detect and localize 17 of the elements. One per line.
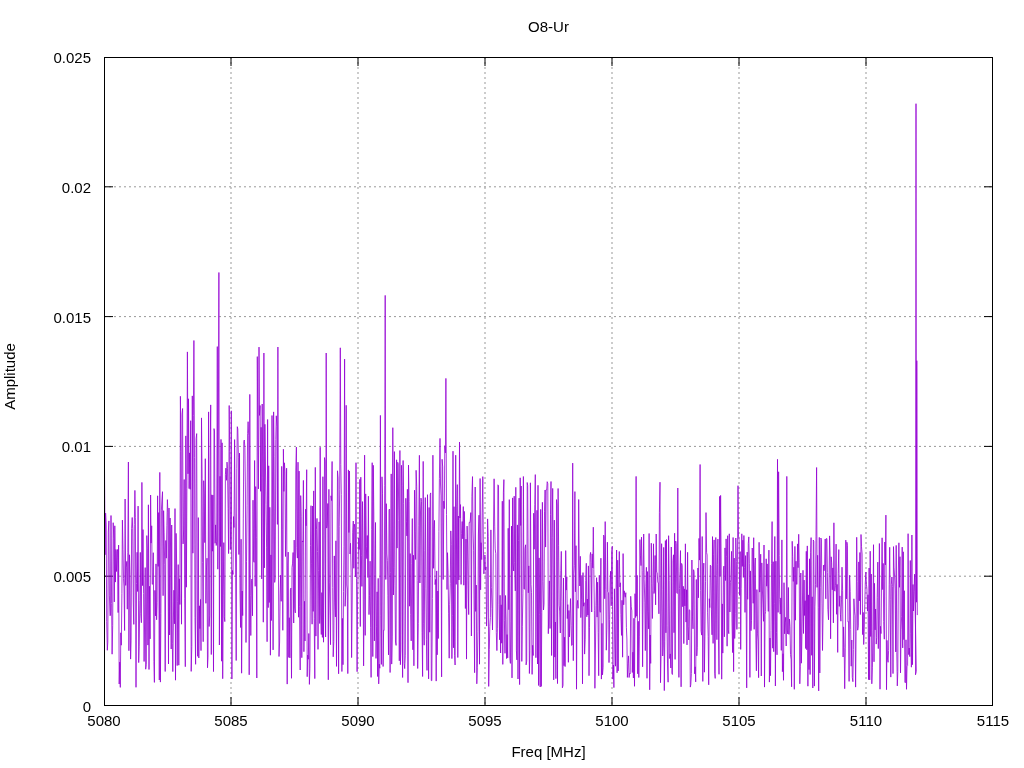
x-axis-label: Freq [MHz] (511, 743, 586, 760)
x-tick-label: 5085 (214, 712, 248, 729)
y-tick-label: 0.025 (53, 48, 91, 66)
y-tick-label: 0.005 (53, 567, 91, 585)
y-tick-label: 0 (82, 697, 91, 715)
x-tick-label: 5110 (849, 712, 883, 729)
x-tick-label: 5105 (722, 712, 756, 729)
y-axis-label: Amplitude (0, 343, 18, 410)
x-tick-label: 5080 (87, 712, 121, 729)
x-tick-label: 5095 (468, 712, 502, 729)
chart-title: O8-Ur (528, 18, 569, 35)
y-tick-label: 0.01 (61, 437, 91, 455)
x-tick-label: 5115 (976, 712, 1010, 729)
x-tick-label: 5100 (595, 712, 629, 729)
y-tick-label: 0.015 (53, 308, 91, 326)
y-tick-label: 0.02 (61, 178, 91, 196)
x-tick-label: 5090 (341, 712, 375, 729)
